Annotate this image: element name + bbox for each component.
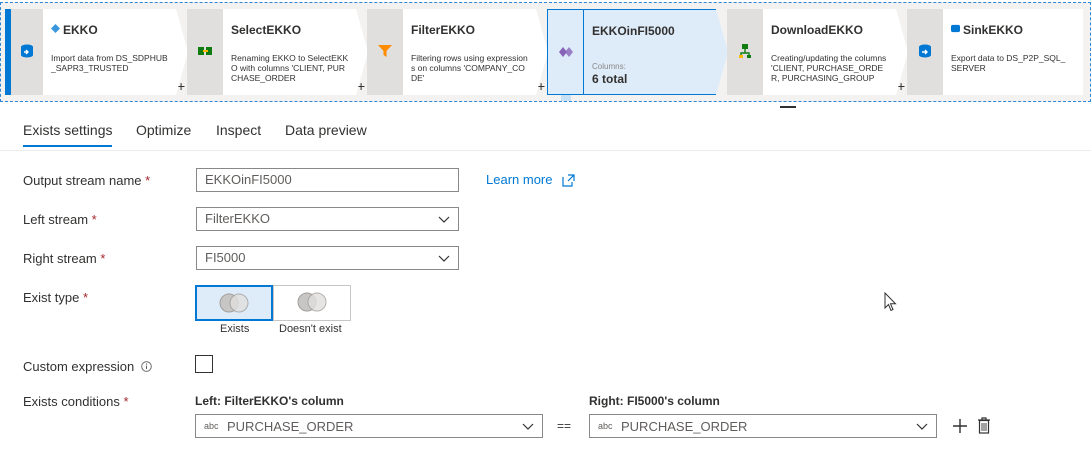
source-icon-box — [11, 9, 43, 95]
node-icon-box — [727, 9, 763, 95]
doesnt-exist-option[interactable] — [273, 285, 351, 321]
filter-icon — [378, 45, 392, 57]
tab-inspect[interactable]: Inspect — [216, 122, 261, 138]
node-icon-box — [547, 9, 583, 95]
exists-icon — [559, 47, 573, 57]
tab-divider — [0, 150, 1091, 151]
left-column-value: PURCHASE_ORDER — [227, 419, 354, 434]
exists-option[interactable] — [195, 285, 273, 321]
left-column-header: Left: FilterEKKO's column — [195, 394, 344, 408]
node-connector — [561, 95, 571, 101]
delete-condition-icon[interactable] — [977, 417, 991, 434]
node-description: Import data from DS_SDPHUB_SAPR3_TRUSTED — [51, 53, 168, 73]
node-title: FilterEKKO — [411, 23, 476, 37]
doesnt-exist-caption: Doesn't exist — [279, 323, 342, 335]
right-column-value: PURCHASE_ORDER — [621, 419, 748, 434]
tab-exists-settings[interactable]: Exists settings — [23, 122, 112, 138]
external-link-icon[interactable] — [562, 174, 575, 187]
resize-handle[interactable] — [780, 106, 796, 108]
venn-exists-icon — [219, 293, 249, 313]
sink-db-icon — [951, 24, 960, 33]
node-description: Renaming EKKO to SelectEKKO with columns… — [231, 53, 349, 83]
columns-label: Columns: — [592, 62, 626, 71]
tab-optimize[interactable]: Optimize — [136, 122, 191, 138]
equals-operator: == — [557, 419, 572, 433]
node-icon-box — [187, 9, 223, 95]
custom-expression-label: Custom expression — [23, 359, 152, 374]
derive-icon — [739, 44, 751, 58]
left-stream-value: FilterEKKO — [205, 211, 271, 226]
node-title: SinkEKKO — [963, 23, 1024, 37]
node-description: Export data to DS_P2P_SQL_SERVER — [951, 53, 1066, 73]
node-description: Filtering rows using expressions on colu… — [411, 53, 528, 83]
right-stream-label: Right stream * — [23, 251, 106, 266]
learn-more-link[interactable]: Learn more — [486, 172, 552, 187]
right-stream-select[interactable]: FI5000 — [196, 246, 459, 270]
add-condition-icon[interactable] — [952, 418, 968, 434]
columns-count: 6 total — [592, 72, 628, 86]
venn-not-exists-icon — [297, 292, 327, 312]
left-column-select[interactable]: abc PURCHASE_ORDER — [195, 414, 543, 438]
sink-icon — [919, 44, 931, 58]
chevron-down-icon — [438, 255, 450, 262]
chevron-down-icon — [522, 423, 534, 430]
right-column-header: Right: FI5000's column — [589, 394, 720, 408]
node-icon-box — [907, 9, 943, 95]
exist-type-label: Exist type * — [23, 290, 89, 305]
string-type-icon: abc — [204, 421, 219, 431]
chevron-down-icon — [916, 423, 928, 430]
tab-data-preview[interactable]: Data preview — [285, 122, 367, 138]
source-diamond-icon — [51, 24, 60, 33]
left-stream-select[interactable]: FilterEKKO — [196, 207, 459, 231]
string-type-icon: abc — [598, 421, 613, 431]
right-stream-value: FI5000 — [205, 250, 246, 265]
output-stream-label: Output stream name * — [23, 173, 151, 188]
left-stream-label: Left stream * — [23, 212, 97, 227]
chevron-down-icon — [438, 216, 450, 223]
node-title: EKKOinFI5000 — [592, 24, 675, 38]
node-title: DownloadEKKO — [771, 23, 863, 37]
mouse-cursor-icon — [884, 292, 897, 312]
node-title: EKKO — [63, 23, 98, 37]
node-title: SelectEKKO — [231, 23, 302, 37]
info-icon[interactable] — [141, 361, 152, 372]
exists-conditions-label: Exists conditions * — [23, 394, 129, 409]
right-column-select[interactable]: abc PURCHASE_ORDER — [589, 414, 937, 438]
output-stream-input[interactable]: EKKOinFI5000 — [196, 168, 459, 192]
node-description: Creating/updating the columns 'CLIENT, P… — [771, 53, 887, 83]
active-tab-indicator — [23, 145, 112, 147]
custom-expression-checkbox[interactable] — [195, 355, 213, 373]
node-icon-box — [367, 9, 403, 95]
exists-caption: Exists — [220, 323, 250, 335]
database-icon — [21, 44, 33, 58]
select-icon — [198, 47, 212, 55]
pipeline-canvas[interactable]: EKKO Import data from DS_SDPHUB_SAPR3_TR… — [0, 2, 1091, 102]
